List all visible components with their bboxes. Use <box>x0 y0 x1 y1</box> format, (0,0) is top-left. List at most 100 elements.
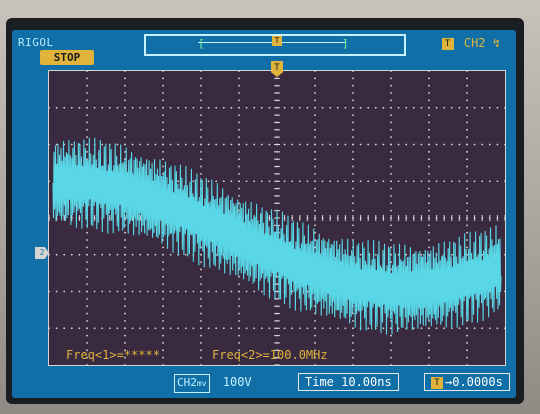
grid-dot <box>124 253 126 256</box>
grid-dot <box>86 327 88 330</box>
grid-dot <box>200 356 202 359</box>
grid-dot <box>162 320 164 322</box>
grid-dot <box>108 106 111 109</box>
grid-dot <box>116 290 119 293</box>
grid-dot <box>420 253 423 256</box>
grid-dot <box>78 327 81 330</box>
grid-dot <box>86 297 88 300</box>
grid-dot <box>253 290 256 293</box>
grid-dot <box>116 143 119 146</box>
grid-dot <box>139 290 142 293</box>
trigger-offset-badge-icon: T <box>431 376 443 389</box>
grid-dot <box>352 231 354 234</box>
grid-dot <box>352 136 354 139</box>
grid-dot <box>367 327 370 330</box>
grid-dot <box>108 327 111 330</box>
grid-dot <box>146 253 149 256</box>
grid-dot <box>101 143 104 146</box>
trigger-badge-icon: T <box>441 37 454 50</box>
grid-dot <box>200 305 202 308</box>
grid-dot <box>86 253 88 256</box>
grid-dot <box>162 143 164 146</box>
channel-level-marker-icon[interactable]: 2 <box>35 247 49 259</box>
grid-dot <box>154 253 157 256</box>
grid-dot <box>359 253 362 256</box>
grid-dot <box>481 106 484 109</box>
grid-dot <box>238 297 240 300</box>
trigger-offset-readout[interactable]: T →0.0000s <box>424 373 510 391</box>
grid-dot <box>200 275 202 278</box>
grid-dot <box>78 253 81 256</box>
grid-dot <box>162 364 164 365</box>
grid-dot <box>291 180 294 183</box>
grid-dot <box>428 356 430 359</box>
grid-dot <box>86 231 88 234</box>
trigger-offset-value: 0.0000s <box>452 375 503 389</box>
grid-dot <box>192 106 195 109</box>
grid-dot <box>367 180 370 183</box>
grid-dot <box>352 114 354 116</box>
grid-dot <box>450 180 453 183</box>
grid-dot <box>466 209 468 212</box>
grid-dot <box>146 143 149 146</box>
grid-dot <box>200 364 202 365</box>
grid-dot <box>192 143 195 146</box>
grid-dot <box>177 106 180 109</box>
channel-suffix: mv <box>196 379 207 388</box>
grid-dot <box>177 143 180 146</box>
grid-dot <box>162 136 164 139</box>
grid-dot <box>253 327 256 330</box>
grid-dot <box>390 150 392 153</box>
grid-dot <box>124 114 126 116</box>
grid-dot <box>473 327 476 330</box>
channel-scale[interactable]: CH2mv 100V <box>170 374 256 393</box>
grid-dot <box>139 143 142 146</box>
grid-dot <box>184 327 187 330</box>
grid-dot <box>428 121 430 124</box>
grid-dot <box>207 180 210 183</box>
grid-dot <box>162 158 164 161</box>
trigger-source-indicator[interactable]: T CH2 ↯ <box>441 36 500 51</box>
grid-dot <box>63 290 66 293</box>
grid-dot <box>200 99 202 102</box>
grid-dot <box>352 99 354 102</box>
grid-dot <box>450 106 453 109</box>
timebase-readout[interactable]: Time 10.00ns <box>298 373 399 391</box>
grid-dot <box>329 143 332 146</box>
grid-dot <box>86 92 88 94</box>
run-status-badge[interactable]: STOP <box>40 50 94 65</box>
grid-dot <box>108 253 111 256</box>
grid-dot <box>390 342 392 344</box>
grid-dot <box>192 290 195 293</box>
grid-dot <box>352 143 354 146</box>
grid-dot <box>314 114 316 116</box>
grid-dot <box>352 173 354 175</box>
grid-dot <box>390 99 392 102</box>
grid-dot <box>162 128 164 131</box>
grid-dot <box>435 106 438 109</box>
grid-dot <box>124 320 126 322</box>
grid-dot <box>260 143 263 146</box>
grid-dot <box>504 143 505 146</box>
grid-dot <box>283 180 286 183</box>
grid-dot <box>177 180 180 183</box>
grid-dot <box>139 253 142 256</box>
grid-dot <box>352 165 354 168</box>
grid-dot <box>124 275 126 278</box>
grid-dot <box>124 239 126 241</box>
grid-dot <box>458 327 461 330</box>
grid-dot <box>86 312 88 315</box>
grid-dot <box>162 275 164 278</box>
grid-dot <box>374 253 377 256</box>
grid-dot <box>131 143 134 146</box>
grid-dot <box>352 121 354 124</box>
grid-dot <box>93 290 96 293</box>
grid-dot <box>238 283 240 286</box>
grid-dot <box>93 253 96 256</box>
trigger-source-label: CH2 <box>463 36 486 50</box>
grid-dot <box>352 150 354 153</box>
grid-dot <box>352 71 354 72</box>
grid-dot <box>473 180 476 183</box>
grid-dot <box>412 106 415 109</box>
grid-dot <box>131 106 134 109</box>
